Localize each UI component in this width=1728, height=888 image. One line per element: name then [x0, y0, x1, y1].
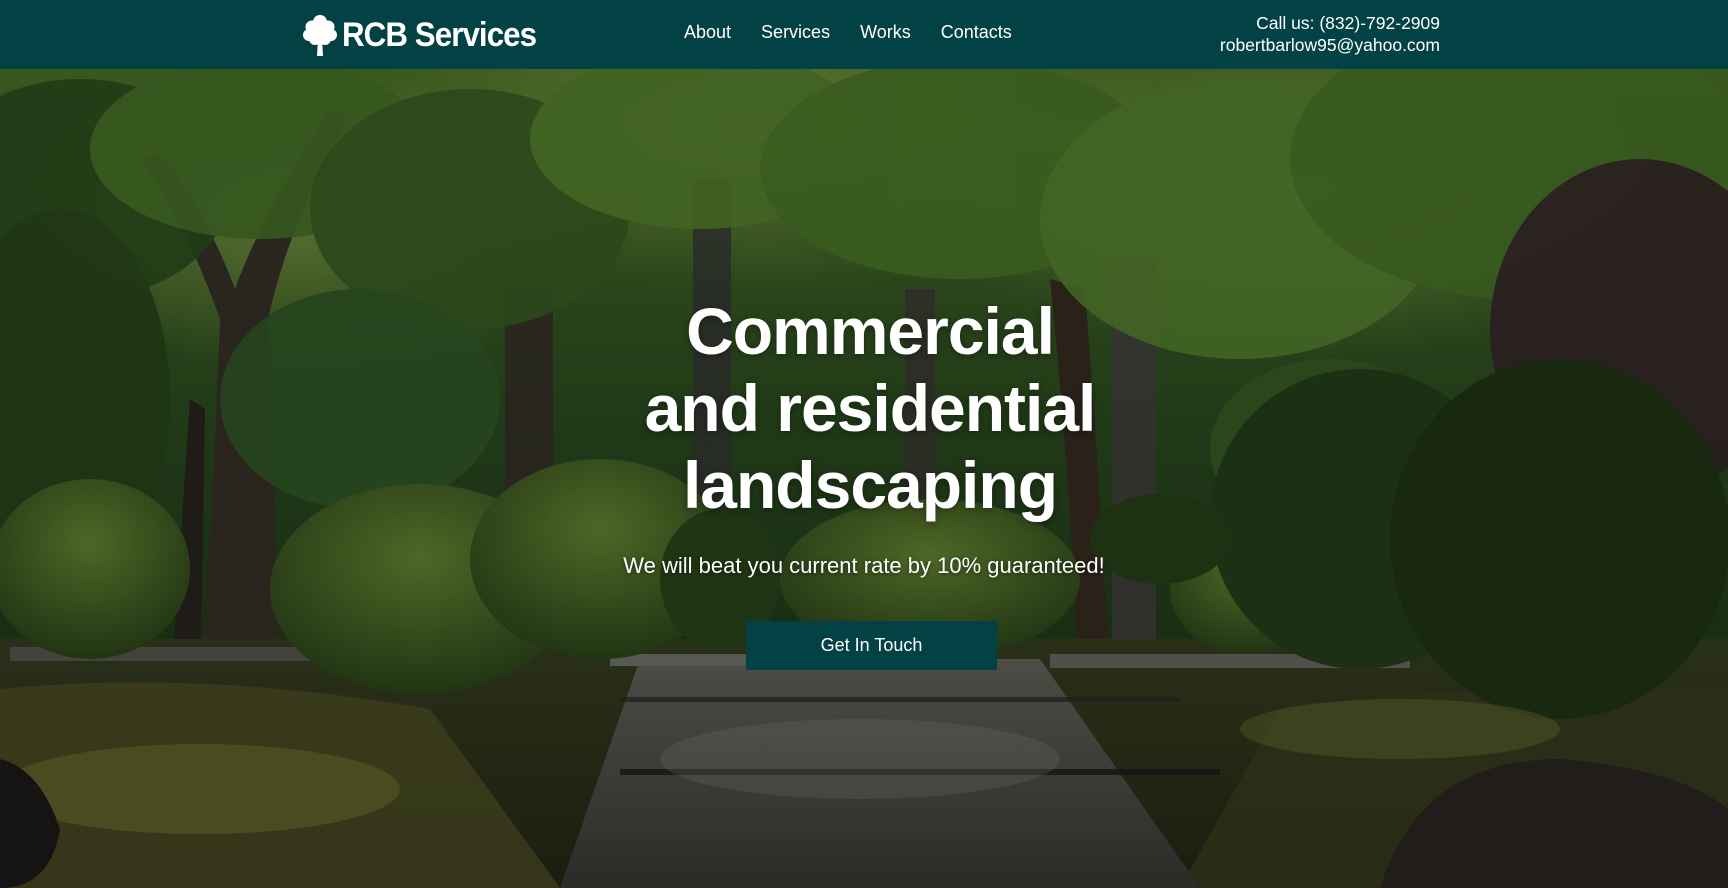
logo-text: RCB Services — [342, 15, 537, 54]
headline-line-3: landscaping — [682, 448, 1058, 522]
headline-line-2: and residential — [644, 371, 1097, 445]
email-link[interactable]: robertbarlow95@yahoo.com — [1220, 35, 1440, 55]
tree-icon — [303, 15, 337, 56]
nav-works[interactable]: Works — [860, 22, 911, 43]
phone-link[interactable]: Call us: (832)-792-2909 — [1256, 13, 1440, 33]
hero-tagline: We will beat you current rate by 10% gua… — [623, 553, 1105, 578]
site-header: RCB Services About Services Works Contac… — [0, 0, 1728, 69]
get-in-touch-button[interactable]: Get In Touch — [746, 621, 997, 670]
headline-line-1: Commercial — [686, 294, 1055, 368]
hero-section: Commercial and residential landscaping W… — [0, 69, 1728, 888]
header-contact: Call us: (832)-792-2909 robertbarlow95@y… — [1220, 12, 1440, 56]
logo-link[interactable]: RCB Services — [302, 12, 553, 58]
nav-contacts[interactable]: Contacts — [941, 22, 1012, 43]
main-nav: About Services Works Contacts — [684, 22, 1042, 43]
hero-content: Commercial and residential landscaping W… — [0, 69, 1728, 888]
hero-headline: Commercial and residential landscaping — [564, 293, 1176, 524]
nav-about[interactable]: About — [684, 22, 731, 43]
nav-services[interactable]: Services — [761, 22, 830, 43]
